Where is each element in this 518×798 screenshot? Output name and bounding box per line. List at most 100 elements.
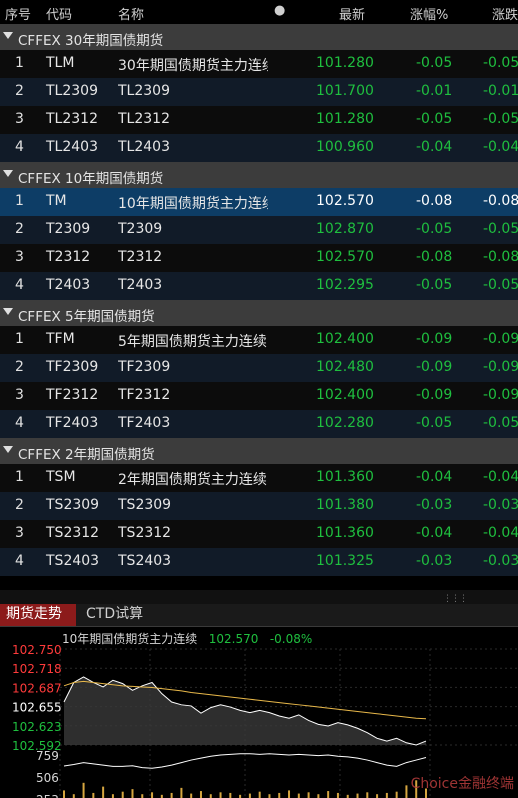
table-row[interactable]: 1 TM 10年期国债期货主力连续 102.570 -0.08 -0.085 bbox=[0, 188, 518, 216]
cell-last: 101.280 bbox=[316, 111, 374, 127]
cell-chg: -0.010 bbox=[483, 83, 518, 99]
cell-idx: 2 bbox=[15, 83, 24, 99]
watermark-logo: Choice金融终端 bbox=[410, 776, 514, 792]
drag-grip-icon[interactable]: ⋮⋮⋮ bbox=[443, 594, 468, 604]
volume-bar bbox=[288, 790, 291, 798]
cell-chg: -0.030 bbox=[483, 497, 518, 513]
tab-ctd-calc[interactable]: CTD试算 bbox=[80, 604, 149, 626]
table-row[interactable]: 1 TSM 2年期国债期货主力连续 101.360 -0.04 -0.040 bbox=[0, 464, 518, 492]
panel-splitter[interactable]: ⋮⋮⋮ bbox=[0, 590, 518, 604]
cell-chg-pct: -0.05 bbox=[416, 55, 453, 71]
table-row[interactable]: 2 TL2309 TL2309 101.700 -0.01 -0.010 bbox=[0, 78, 518, 106]
tab-futures-trend[interactable]: 期货走势 bbox=[0, 604, 76, 626]
cell-code: T2312 bbox=[46, 249, 91, 265]
cell-last: 101.360 bbox=[316, 525, 374, 541]
dot-icon: ● bbox=[274, 3, 286, 18]
cell-chg: -0.050 bbox=[483, 55, 518, 71]
cell-chg-pct: -0.04 bbox=[416, 469, 453, 485]
cell-chg-pct: -0.05 bbox=[416, 111, 453, 127]
cell-chg: -0.040 bbox=[483, 139, 518, 155]
volume-bar bbox=[268, 794, 271, 798]
collapse-triangle-icon[interactable] bbox=[3, 308, 13, 315]
volume-bar bbox=[102, 786, 105, 798]
cell-chg-pct: -0.03 bbox=[416, 553, 453, 569]
cell-last: 102.280 bbox=[316, 415, 374, 431]
cell-last: 101.280 bbox=[316, 55, 374, 71]
cell-chg-pct: -0.01 bbox=[416, 83, 453, 99]
volume-bar bbox=[141, 794, 144, 798]
group-header[interactable]: CFFEX 5年期国债期货 bbox=[0, 300, 518, 326]
cell-last: 102.400 bbox=[316, 331, 374, 347]
volume-bar bbox=[317, 794, 320, 798]
table-row[interactable]: 2 T2309 T2309 102.870 -0.05 -0.050 bbox=[0, 216, 518, 244]
cell-chg: -0.090 bbox=[483, 331, 518, 347]
cell-idx: 3 bbox=[15, 387, 24, 403]
collapse-triangle-icon[interactable] bbox=[3, 32, 13, 39]
group-header[interactable]: CFFEX 30年期国债期货 bbox=[0, 24, 518, 50]
cell-code: TF2403 bbox=[46, 415, 99, 431]
cell-idx: 1 bbox=[15, 469, 24, 485]
table-row[interactable]: 3 TF2312 TF2312 102.400 -0.09 -0.090 bbox=[0, 382, 518, 410]
col-name[interactable]: 名称 bbox=[118, 4, 144, 23]
volume-bar bbox=[111, 794, 114, 798]
col-chg-pct[interactable]: 涨幅% bbox=[410, 4, 448, 23]
cell-chg: -0.030 bbox=[483, 553, 518, 569]
cell-idx: 2 bbox=[15, 497, 24, 513]
table-row[interactable]: 3 TS2312 TS2312 101.360 -0.04 -0.040 bbox=[0, 520, 518, 548]
table-row[interactable]: 1 TFM 5年期国债期货主力连续 102.400 -0.09 -0.090 bbox=[0, 326, 518, 354]
col-chg[interactable]: 涨跌 bbox=[492, 4, 518, 23]
group-header[interactable]: CFFEX 10年期国债期货 bbox=[0, 162, 518, 188]
cell-name: T2309 bbox=[118, 221, 163, 237]
col-last[interactable]: 最新 bbox=[339, 4, 365, 23]
col-idx[interactable]: 序号 bbox=[5, 4, 31, 23]
volume-bar bbox=[366, 792, 369, 798]
cell-chg: -0.085 bbox=[483, 249, 518, 265]
volume-bar bbox=[405, 785, 408, 798]
table-row[interactable]: 4 TF2403 TF2403 102.280 -0.05 -0.055 bbox=[0, 410, 518, 438]
cell-chg-pct: -0.05 bbox=[416, 221, 453, 237]
volume-bar bbox=[385, 792, 388, 798]
cell-code: TF2312 bbox=[46, 387, 99, 403]
cell-chg-pct: -0.09 bbox=[416, 331, 453, 347]
collapse-triangle-icon[interactable] bbox=[3, 170, 13, 177]
table-row[interactable]: 3 T2312 T2312 102.570 -0.08 -0.085 bbox=[0, 244, 518, 272]
col-code[interactable]: 代码 bbox=[46, 4, 72, 23]
volume-tick-label: 759 bbox=[36, 749, 59, 763]
cell-name: TL2312 bbox=[118, 111, 170, 127]
collapse-triangle-icon[interactable] bbox=[3, 446, 13, 453]
volume-bar bbox=[376, 794, 379, 798]
cell-last: 102.295 bbox=[316, 277, 374, 293]
cell-code: TS2309 bbox=[46, 497, 100, 513]
cell-chg-pct: -0.03 bbox=[416, 497, 453, 513]
volume-bar bbox=[248, 793, 251, 798]
table-row[interactable]: 4 TS2403 TS2403 101.325 -0.03 -0.030 bbox=[0, 548, 518, 576]
cell-chg-pct: -0.04 bbox=[416, 525, 453, 541]
group-header[interactable]: CFFEX 2年期国债期货 bbox=[0, 438, 518, 464]
cell-idx: 3 bbox=[15, 111, 24, 127]
volume-bar bbox=[190, 793, 193, 798]
table-row[interactable]: 2 TS2309 TS2309 101.380 -0.03 -0.030 bbox=[0, 492, 518, 520]
cell-chg: -0.085 bbox=[483, 193, 518, 209]
volume-bar bbox=[170, 792, 173, 798]
cell-chg: -0.050 bbox=[483, 277, 518, 293]
cell-chg-pct: -0.09 bbox=[416, 387, 453, 403]
table-row[interactable]: 4 T2403 T2403 102.295 -0.05 -0.050 bbox=[0, 272, 518, 300]
table-row[interactable]: 1 TLM 30年期国债期货主力连续 101.280 -0.05 -0.050 bbox=[0, 50, 518, 78]
cell-code: TL2309 bbox=[46, 83, 98, 99]
y-tick-label: 102.655 bbox=[12, 701, 62, 715]
y-tick-label: 102.718 bbox=[12, 662, 62, 676]
volume-bar bbox=[219, 792, 222, 798]
cell-idx: 3 bbox=[15, 249, 24, 265]
cell-last: 102.570 bbox=[316, 249, 374, 265]
table-row[interactable]: 2 TF2309 TF2309 102.480 -0.09 -0.090 bbox=[0, 354, 518, 382]
cell-chg: -0.040 bbox=[483, 525, 518, 541]
cell-name: 30年期国债期货主力连续 bbox=[118, 58, 268, 74]
cell-idx: 4 bbox=[15, 277, 24, 293]
cell-name: 2年期国债期货主力连续 bbox=[118, 472, 267, 488]
volume-bar bbox=[336, 792, 339, 798]
cell-chg: -0.050 bbox=[483, 221, 518, 237]
cell-name: TL2309 bbox=[118, 83, 170, 99]
table-row[interactable]: 4 TL2403 TL2403 100.960 -0.04 -0.040 bbox=[0, 134, 518, 162]
volume-bar bbox=[356, 793, 359, 798]
table-row[interactable]: 3 TL2312 TL2312 101.280 -0.05 -0.050 bbox=[0, 106, 518, 134]
